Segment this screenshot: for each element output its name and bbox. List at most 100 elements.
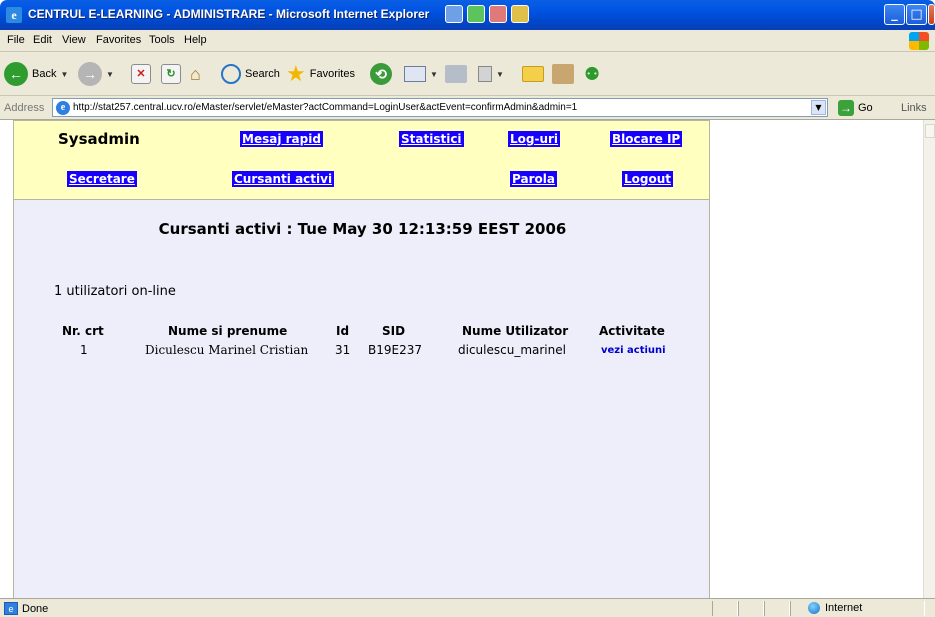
maximize-button[interactable]: □ xyxy=(906,4,927,25)
menu-bar: File Edit View Favorites Tools Help xyxy=(0,30,935,52)
menu-file[interactable]: File xyxy=(7,34,25,46)
print-button[interactable] xyxy=(445,60,467,88)
help-icon[interactable] xyxy=(511,5,529,23)
home-button[interactable]: ⌂ xyxy=(190,60,212,88)
page-loaded-icon: e xyxy=(4,602,18,615)
online-users-count: 1 utilizatori on-line xyxy=(54,284,176,299)
nav-link-parola[interactable]: Parola xyxy=(510,171,557,187)
window-title: CENTRUL E-LEARNING - ADMINISTRARE - Micr… xyxy=(28,7,430,21)
search-icon xyxy=(221,64,241,84)
chevron-down-icon[interactable]: ▼ xyxy=(430,70,438,79)
menu-edit[interactable]: Edit xyxy=(33,34,52,46)
admin-nav-panel: Sysadmin Mesaj rapid Statistici Log-uri … xyxy=(13,120,710,200)
messenger-button[interactable]: ⚉ xyxy=(584,60,606,88)
table-cell-nume: Diculescu Marinel Cristian xyxy=(145,343,309,357)
record-icon[interactable] xyxy=(489,5,507,23)
folder-icon xyxy=(522,66,544,82)
page-title: Sysadmin xyxy=(58,130,140,148)
stop-icon: ✕ xyxy=(131,64,151,84)
favorites-button[interactable]: ★ Favorites xyxy=(286,60,355,88)
security-zone: Internet xyxy=(808,602,862,614)
chevron-down-icon[interactable]: ▼ xyxy=(496,70,504,79)
address-bar: Address e http://stat257.central.ucv.ro/… xyxy=(0,96,935,120)
go-button[interactable]: → Go xyxy=(838,100,873,116)
status-message: e Done xyxy=(4,602,48,615)
column-header-nr-crt: Nr. crt xyxy=(62,324,104,338)
section-heading: Cursanti activi : Tue May 30 12:13:59 EE… xyxy=(158,220,567,238)
window-title-bar[interactable]: e CENTRUL E-LEARNING - ADMINISTRARE - Mi… xyxy=(0,0,935,30)
nav-link-mesaj-rapid[interactable]: Mesaj rapid xyxy=(240,131,323,147)
messenger-icon: ⚉ xyxy=(584,64,601,84)
table-cell-nr-crt: 1 xyxy=(80,343,88,357)
links-button[interactable]: Links xyxy=(901,102,927,114)
address-url[interactable]: http://stat257.central.ucv.ro/eMaster/se… xyxy=(73,102,577,113)
nav-link-blocare-ip[interactable]: Blocare IP xyxy=(610,131,683,147)
left-frame-edge xyxy=(0,120,12,598)
scroll-up-icon[interactable] xyxy=(925,124,935,138)
forward-arrow-icon: → xyxy=(78,62,102,86)
address-input[interactable]: e http://stat257.central.ucv.ro/eMaster/… xyxy=(52,98,828,117)
printer-icon xyxy=(445,65,467,83)
refresh-icon: ↻ xyxy=(161,64,181,84)
column-header-id: Id xyxy=(336,324,350,338)
nav-link-secretare[interactable]: Secretare xyxy=(67,171,137,187)
zone-label: Internet xyxy=(825,602,863,614)
power-icon[interactable] xyxy=(467,5,485,23)
favorites-label: Favorites xyxy=(309,68,355,80)
folder-button[interactable] xyxy=(522,60,544,88)
research-button[interactable] xyxy=(552,60,574,88)
search-label: Search xyxy=(245,68,280,80)
minimize-button[interactable]: _ xyxy=(884,4,905,25)
nav-link-cursanti-activi[interactable]: Cursanti activi xyxy=(232,171,335,187)
chevron-down-icon[interactable]: ▼ xyxy=(60,70,68,79)
status-divider xyxy=(738,601,764,616)
forward-button[interactable]: → ▼ xyxy=(78,60,114,88)
go-arrow-icon: → xyxy=(838,100,854,116)
edit-button[interactable]: ▼ xyxy=(478,60,504,88)
vertical-scrollbar[interactable] xyxy=(923,120,935,598)
windows-logo-icon xyxy=(909,32,929,50)
chevron-down-icon[interactable]: ▼ xyxy=(811,100,826,115)
column-header-nume-si-prenume: Nume si prenume xyxy=(168,324,288,338)
table-cell-sid: B19E237 xyxy=(368,343,422,357)
back-label: Back xyxy=(32,68,57,80)
nav-link-log-uri[interactable]: Log-uri xyxy=(508,131,561,147)
nav-link-logout[interactable]: Logout xyxy=(622,171,674,187)
menu-favorites[interactable]: Favorites xyxy=(96,34,141,46)
browser-viewport: Sysadmin Mesaj rapid Statistici Log-uri … xyxy=(0,120,935,598)
history-button[interactable]: ⟲ xyxy=(370,60,392,88)
menu-help[interactable]: Help xyxy=(184,34,207,46)
right-frame xyxy=(711,120,923,598)
tray-app-icon[interactable] xyxy=(445,5,463,23)
back-button[interactable]: ← Back ▼ xyxy=(4,60,68,88)
view-actions-link[interactable]: vezi actiuni xyxy=(601,345,666,356)
go-label: Go xyxy=(858,102,873,114)
active-students-panel: Cursanti activi : Tue May 30 12:13:59 EE… xyxy=(13,200,710,598)
search-button[interactable]: Search xyxy=(221,60,280,88)
close-button[interactable] xyxy=(928,4,935,25)
star-icon: ★ xyxy=(286,61,306,86)
status-divider xyxy=(712,601,738,616)
refresh-button[interactable]: ↻ xyxy=(161,60,181,88)
nav-link-statistici[interactable]: Statistici xyxy=(399,131,464,147)
chevron-down-icon[interactable]: ▼ xyxy=(106,70,114,79)
table-cell-username: diculescu_marinel xyxy=(458,343,566,357)
address-label: Address xyxy=(4,102,45,114)
home-icon: ⌂ xyxy=(190,64,201,84)
column-header-sid: SID xyxy=(382,324,406,338)
status-bar: e Done Internet xyxy=(0,598,935,617)
ie-icon: e xyxy=(6,7,22,23)
column-header-nume-utilizator: Nume Utilizator xyxy=(462,324,569,338)
document-icon xyxy=(478,66,492,82)
table-cell-id: 31 xyxy=(335,343,351,357)
column-header-activitate: Activitate xyxy=(599,324,665,338)
globe-icon xyxy=(808,602,820,614)
status-text: Done xyxy=(22,602,49,615)
menu-tools[interactable]: Tools xyxy=(149,34,175,46)
page-icon: e xyxy=(56,101,70,115)
history-icon: ⟲ xyxy=(370,63,392,85)
stop-button[interactable]: ✕ xyxy=(131,60,151,88)
status-divider xyxy=(764,601,790,616)
mail-button[interactable]: ▼ xyxy=(404,60,438,88)
menu-view[interactable]: View xyxy=(62,34,86,46)
